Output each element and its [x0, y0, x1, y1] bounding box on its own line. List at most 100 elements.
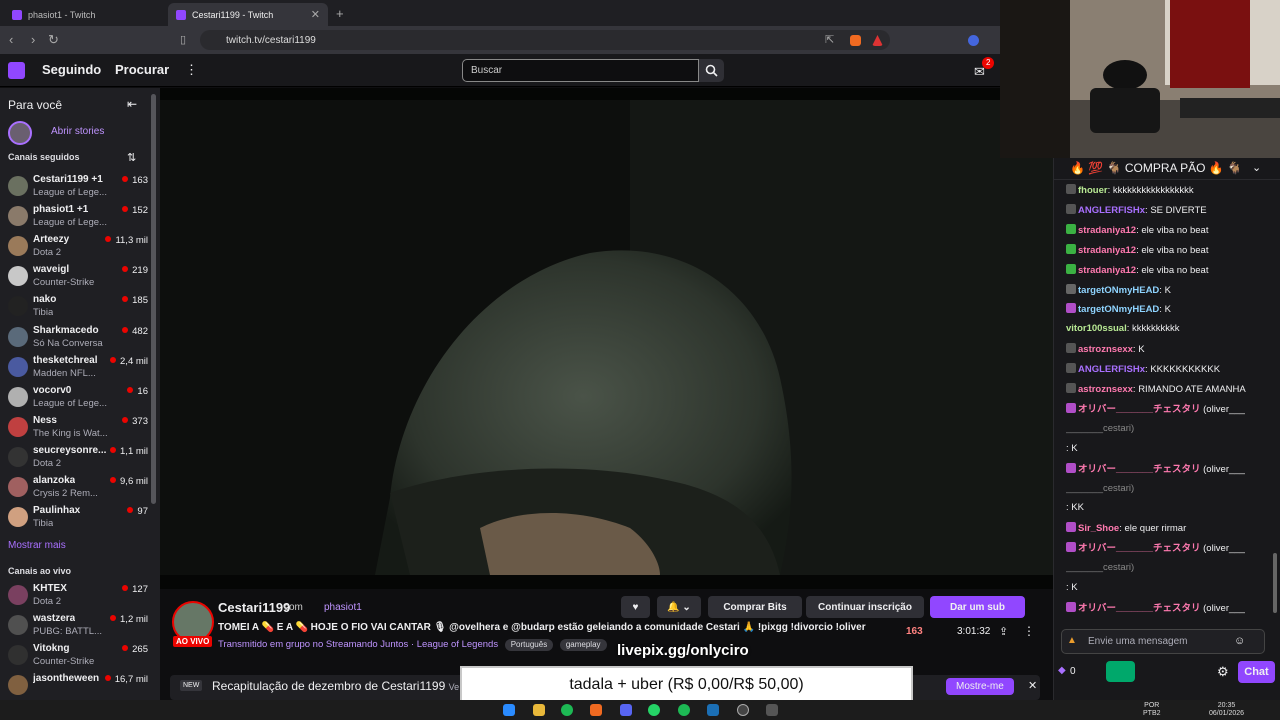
chat-send-button[interactable]: Chat — [1238, 661, 1275, 683]
file-explorer-icon[interactable] — [533, 704, 545, 716]
channel-item[interactable]: Ness The King is Wat... 373 — [8, 414, 148, 442]
follow-heart-button[interactable]: ♥ — [621, 596, 650, 618]
spotify-icon-2[interactable] — [678, 704, 690, 716]
gear-icon[interactable]: ⚙ — [1217, 664, 1229, 680]
chat-username[interactable]: stradaniya12 — [1078, 265, 1136, 276]
more-icon[interactable]: ⋮ — [1023, 624, 1035, 638]
channel-item[interactable]: phasiot1 +1 League of Lege... 152 — [8, 203, 148, 231]
chat-username[interactable]: targetONmyHEAD — [1078, 304, 1159, 315]
chat-badge-icon[interactable] — [1066, 383, 1076, 393]
chat-username[interactable]: vitor100ssual — [1066, 323, 1127, 334]
channel-item[interactable]: seucreysonre... Dota 2 1,1 mil — [8, 444, 148, 472]
channel-item[interactable]: wastzera PUBG: BATTL... 1,2 mil — [8, 612, 148, 640]
channel-item[interactable]: alanzoka Crysis 2 Rem... 9,6 mil — [8, 474, 148, 502]
brave-browser-icon[interactable] — [590, 704, 602, 716]
chevron-down-icon[interactable]: ⌄ — [1252, 158, 1261, 178]
chat-username[interactable]: ANGLERFISHx — [1078, 205, 1145, 216]
chat-badge-icon[interactable] — [1066, 601, 1076, 612]
following-link[interactable]: Seguindo — [42, 62, 101, 77]
sidebar-scrollbar[interactable] — [151, 94, 156, 504]
address-bar[interactable]: twitch.tv/cestari1199 — [200, 30, 890, 50]
chat-badge-icon[interactable] — [1066, 283, 1076, 294]
more-options-icon[interactable]: ⋮ — [185, 62, 198, 78]
whatsapp-icon[interactable] — [648, 704, 660, 716]
chat-badge-icon[interactable] — [1066, 462, 1076, 473]
extension-icon[interactable] — [968, 35, 979, 46]
search-input[interactable]: Buscar — [462, 59, 699, 82]
video-player[interactable] — [160, 88, 1053, 589]
chat-badge-icon[interactable] — [1066, 203, 1076, 214]
keyboard-language[interactable]: POR PTB2 — [1143, 702, 1161, 718]
browse-link[interactable]: Procurar — [115, 62, 169, 77]
tab-phasiot1[interactable]: phasiot1 - Twitch — [4, 3, 166, 26]
chat-username[interactable]: Sir_Shoe — [1078, 523, 1119, 534]
category-text[interactable]: Transmitido em grupo no Streamando Junto… — [218, 639, 498, 650]
chat-badge-icon[interactable] — [1066, 303, 1076, 314]
channel-item[interactable]: Cestari1199 +1 League of Lege... 163 — [8, 173, 148, 201]
windows-start-icon[interactable] — [503, 704, 515, 716]
app-icon[interactable] — [766, 704, 778, 716]
twitch-logo-icon[interactable] — [8, 62, 25, 79]
bits-icon[interactable]: ▲ — [1067, 635, 1077, 646]
brave-shield-icon[interactable] — [850, 35, 861, 46]
continue-sub-button[interactable]: Continuar inscrição — [806, 596, 924, 618]
forward-icon[interactable]: › — [31, 33, 35, 47]
channel-item[interactable]: vocorv0 League of Lege... 16 — [8, 384, 148, 412]
streamer-name[interactable]: Cestari1199 — [218, 600, 290, 615]
collapse-sidebar-icon[interactable]: ⇤ — [127, 97, 137, 111]
cohost-link[interactable]: phasiot1 — [324, 602, 362, 613]
sort-icon[interactable]: ⇅ — [127, 151, 136, 164]
stories-avatar[interactable] — [8, 121, 32, 145]
tag-gameplay[interactable]: gameplay — [559, 639, 607, 651]
chat-username[interactable]: オリバー_______チェスタリ — [1078, 543, 1201, 554]
channel-item[interactable]: Paulinhax Tibia 97 — [8, 504, 148, 532]
channel-item[interactable]: Arteezy Dota 2 11,3 mil — [8, 233, 148, 261]
clock[interactable]: 20:35 06/01/2026 — [1209, 702, 1244, 718]
chat-username[interactable]: fhouer — [1078, 185, 1108, 196]
channel-item[interactable]: nako Tibia 185 — [8, 293, 148, 321]
chat-badge-icon[interactable] — [1066, 343, 1076, 354]
bookmark-icon[interactable]: ▯ — [180, 33, 186, 47]
chat-badge-icon[interactable] — [1066, 402, 1076, 413]
chat-badge-icon[interactable] — [1066, 542, 1076, 553]
chat-badge-icon[interactable] — [1066, 263, 1076, 274]
discord-icon[interactable] — [620, 704, 632, 716]
new-tab-icon[interactable]: + — [336, 6, 344, 21]
notifications-button[interactable]: 🔔 ⌄ — [657, 596, 701, 618]
chat-scrollbar[interactable] — [1273, 553, 1277, 613]
channel-item[interactable]: waveigl Counter-Strike 219 — [8, 263, 148, 291]
emote-picker-icon[interactable]: ☺ — [1234, 635, 1245, 647]
reload-icon[interactable]: ↻ — [48, 33, 59, 47]
chat-badge-icon[interactable] — [1066, 522, 1076, 533]
chat-username[interactable]: astroznsexx — [1078, 344, 1133, 355]
buy-bits-button[interactable]: Comprar Bits — [708, 596, 802, 618]
steam-icon[interactable] — [707, 704, 719, 716]
chat-badge-icon[interactable] — [1066, 243, 1076, 254]
gift-sub-button[interactable]: Dar um sub — [930, 596, 1025, 618]
tab-cestari1199[interactable]: Cestari1199 - Twitch ✕ — [168, 3, 328, 26]
channel-item[interactable]: Vitokng Counter-Strike 265 — [8, 642, 148, 670]
close-tab-icon[interactable]: ✕ — [311, 8, 320, 21]
show-more-link[interactable]: Mostrar mais — [8, 540, 66, 551]
share-icon[interactable]: ⇪ — [999, 625, 1008, 638]
obs-icon[interactable] — [737, 704, 749, 716]
chat-username[interactable]: astroznsexx — [1078, 384, 1133, 395]
chat-username[interactable]: オリバー_______チェスタリ — [1078, 404, 1201, 415]
open-stories-link[interactable]: Abrir stories — [51, 126, 104, 137]
tag-portuguese[interactable]: Português — [504, 639, 554, 651]
chat-username[interactable]: targetONmyHEAD — [1078, 285, 1159, 296]
back-icon[interactable]: ‹ — [9, 33, 13, 47]
close-recap-icon[interactable]: ✕ — [1028, 679, 1037, 692]
chat-username[interactable]: ANGLERFISHx — [1078, 364, 1145, 375]
channel-item[interactable]: KHTEX Dota 2 127 — [8, 582, 148, 610]
chat-badge-icon[interactable] — [1066, 363, 1076, 374]
channel-item[interactable]: Sharkmacedo Só Na Conversa 482 — [8, 324, 148, 352]
chat-username[interactable]: stradaniya12 — [1078, 225, 1136, 236]
chat-badge-icon[interactable] — [1066, 184, 1076, 194]
claim-points-button[interactable] — [1106, 661, 1135, 682]
search-button[interactable] — [699, 59, 724, 82]
chat-badge-icon[interactable] — [1066, 223, 1076, 234]
chat-username[interactable]: オリバー_______チェスタリ — [1078, 603, 1201, 614]
chat-username[interactable]: stradaniya12 — [1078, 245, 1136, 256]
spotify-icon[interactable] — [561, 704, 573, 716]
